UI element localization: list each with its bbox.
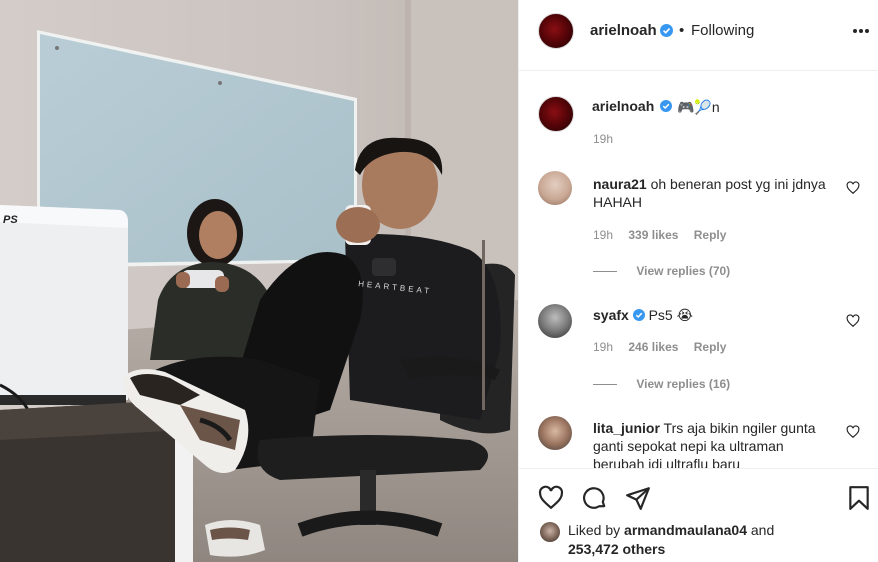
likes-count[interactable]: 253,472 others xyxy=(568,541,665,557)
comment-username[interactable]: syafx xyxy=(593,307,629,323)
comment-avatar[interactable] xyxy=(538,304,572,338)
caption-timestamp[interactable]: 19h xyxy=(593,132,613,146)
comment-meta: 19h 246 likes Reply xyxy=(593,340,738,354)
reply-button[interactable]: Reply xyxy=(694,228,727,242)
heart-icon[interactable] xyxy=(846,314,860,328)
share-icon[interactable] xyxy=(625,485,651,511)
post-details-panel: arielnoah • Following arielnoah 🎮🎾n 19h xyxy=(518,0,878,562)
post-header: arielnoah • Following xyxy=(519,0,878,71)
comment-text: Ps5 😭 xyxy=(648,307,693,323)
caption-text: 🎮🎾n xyxy=(677,99,720,115)
liker-avatar[interactable] xyxy=(540,522,560,542)
author-avatar[interactable] xyxy=(538,13,574,49)
action-bar: Liked by armandmaulana04 and 253,472 oth… xyxy=(519,468,878,562)
view-replies-button[interactable]: View replies (16) xyxy=(593,377,730,391)
view-replies-button[interactable]: View replies (70) xyxy=(593,264,730,278)
likes-and: and xyxy=(750,522,775,538)
comment-meta: 19h 339 likes Reply xyxy=(593,228,738,242)
heart-icon[interactable] xyxy=(846,425,860,439)
replies-divider xyxy=(593,384,617,386)
likes-prefix: Liked by xyxy=(568,522,621,538)
following-button[interactable]: Following xyxy=(691,22,754,39)
comment-icon[interactable] xyxy=(582,485,608,511)
photo-illustration xyxy=(0,0,518,562)
heart-icon[interactable] xyxy=(538,485,564,511)
verified-badge-icon xyxy=(632,309,645,321)
ps-logo: PS xyxy=(3,214,18,226)
comments-list[interactable]: arielnoah 🎮🎾n 19h naura21 oh beneran pos… xyxy=(519,71,878,468)
likes-summary: Liked by armandmaulana04 and 253,472 oth… xyxy=(568,521,808,559)
view-replies-label: View replies (70) xyxy=(636,264,731,278)
comment-avatar[interactable] xyxy=(538,416,572,450)
author-username[interactable]: arielnoah xyxy=(590,22,657,39)
comment-timestamp[interactable]: 19h xyxy=(593,340,613,354)
verified-badge-icon xyxy=(660,24,673,37)
comment-username[interactable]: naura21 xyxy=(593,176,647,192)
comment-likes[interactable]: 339 likes xyxy=(628,228,678,242)
caption-username[interactable]: arielnoah xyxy=(592,98,654,114)
heart-icon[interactable] xyxy=(846,181,860,195)
comment-likes[interactable]: 246 likes xyxy=(628,340,678,354)
comment-body: syafx Ps5 😭 xyxy=(593,306,833,324)
bookmark-icon[interactable] xyxy=(846,485,872,511)
verified-badge-icon xyxy=(660,100,672,112)
comment-avatar[interactable] xyxy=(538,171,572,205)
view-replies-label: View replies (16) xyxy=(636,377,731,391)
comment-body: naura21 oh beneran post yg ini jdnya HAH… xyxy=(593,175,833,211)
header-dot-separator: • xyxy=(679,22,685,39)
caption-avatar[interactable] xyxy=(538,96,574,132)
post-photo[interactable]: PS HEARTBEAT xyxy=(0,0,518,562)
comment-body: lita_junior Trs aja bikin ngiler gunta g… xyxy=(593,419,833,468)
reply-button[interactable]: Reply xyxy=(694,340,727,354)
comment-username[interactable]: lita_junior xyxy=(593,420,660,436)
liked-by-username[interactable]: armandmaulana04 xyxy=(624,522,747,538)
comment-timestamp[interactable]: 19h xyxy=(593,228,613,242)
replies-divider xyxy=(593,271,617,273)
more-options-icon[interactable] xyxy=(852,28,870,34)
